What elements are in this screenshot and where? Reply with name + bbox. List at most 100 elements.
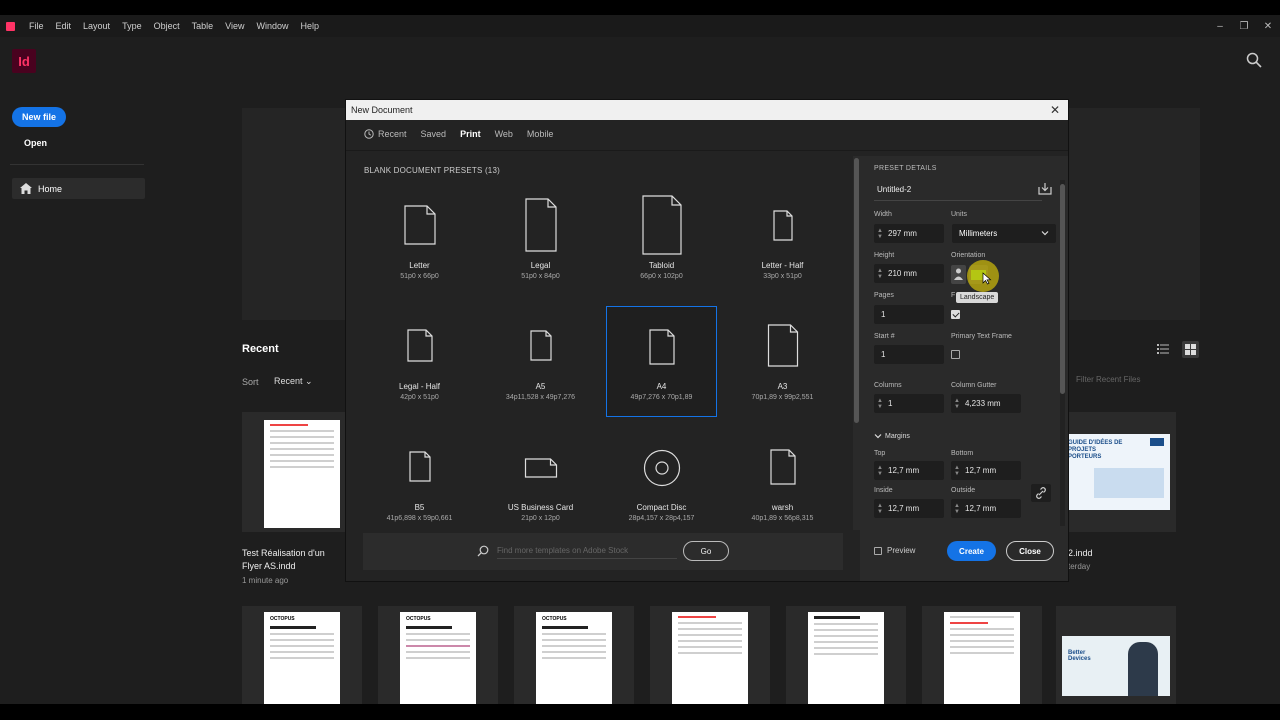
column-gutter-field[interactable]: ▲ ▼ 4,233 mm (951, 394, 1021, 413)
thumbnail-title: OCTOPUS (542, 616, 567, 622)
document-icon (529, 330, 552, 361)
inside-stepper[interactable]: ▲ ▼ (874, 503, 886, 515)
recent-file-card[interactable]: OCTOPUS (378, 606, 498, 704)
menu-object[interactable]: Object (148, 21, 186, 31)
document-name-input[interactable]: Untitled-2 (877, 185, 911, 194)
grid-view-icon[interactable] (1182, 341, 1199, 358)
preset-details-header: PRESET DETAILS (874, 165, 937, 172)
units-dropdown[interactable]: Millimeters (952, 224, 1056, 243)
document-icon (767, 324, 798, 367)
preset-tabloid[interactable]: Tabloid 66p0 x 102p0 (606, 185, 717, 296)
search-icon[interactable] (1246, 52, 1262, 68)
inside-margin-field[interactable]: ▲ ▼ 12,7 mm (874, 499, 944, 518)
facing-pages-checkbox[interactable] (951, 310, 960, 319)
top-margin-field[interactable]: ▲ ▼ 12,7 mm (874, 461, 944, 480)
margins-label: Margins (885, 432, 910, 440)
create-button[interactable]: Create (947, 541, 996, 561)
tab-label: Saved (420, 129, 447, 139)
go-button[interactable]: Go (683, 541, 729, 561)
columns-stepper[interactable]: ▲ ▼ (874, 398, 886, 410)
recent-file-card[interactable]: OCTOPUS (242, 606, 362, 704)
presets-scrollbar[interactable] (853, 156, 860, 530)
preset-a5[interactable]: A5 34p11,528 x 49p7,276 (485, 306, 596, 417)
menu-edit[interactable]: Edit (50, 21, 78, 31)
tab-recent[interactable]: Recent (364, 129, 407, 139)
bottom-stepper[interactable]: ▲ ▼ (951, 465, 963, 477)
recent-file-card[interactable]: Better Devices (1056, 606, 1176, 704)
tab-web[interactable]: Web (495, 129, 513, 139)
menu-bar: File Edit Layout Type Object Table View … (0, 15, 1280, 37)
height-label: Height (874, 252, 895, 259)
scrollbar-thumb[interactable] (854, 158, 859, 423)
recent-file-card[interactable] (786, 606, 906, 704)
preview-toggle[interactable]: Preview (874, 546, 915, 555)
open-button[interactable]: Open (24, 138, 47, 148)
preset-a4[interactable]: A4 49p7,276 x 70p1,89 (606, 306, 717, 417)
menu-layout[interactable]: Layout (77, 21, 116, 31)
list-view-icon[interactable] (1157, 344, 1169, 354)
height-field[interactable]: ▲ ▼ 210 mm (874, 264, 944, 283)
close-button[interactable]: Close (1006, 541, 1054, 561)
width-stepper[interactable]: ▲ ▼ (874, 228, 886, 240)
close-icon[interactable]: ✕ (1048, 103, 1062, 117)
menu-window[interactable]: Window (250, 21, 294, 31)
outside-margin-field[interactable]: ▲ ▼ 12,7 mm (951, 499, 1021, 518)
gutter-stepper[interactable]: ▲ ▼ (951, 398, 963, 410)
top-stepper[interactable]: ▲ ▼ (874, 465, 886, 477)
save-preset-icon[interactable] (1038, 182, 1052, 195)
tab-mobile[interactable]: Mobile (527, 129, 554, 139)
close-window-icon[interactable]: ✕ (1256, 21, 1280, 32)
preset-letter[interactable]: Letter 51p0 x 66p0 (364, 185, 475, 296)
details-scrollbar[interactable] (1060, 180, 1065, 526)
recent-file-card[interactable]: OCTOPUS (514, 606, 634, 704)
preset-letter-half[interactable]: Letter - Half 33p0 x 51p0 (727, 185, 838, 296)
preset-legal-half[interactable]: Legal - Half 42p0 x 51p0 (364, 306, 475, 417)
preview-checkbox[interactable] (874, 546, 882, 555)
new-file-button[interactable]: New file (12, 107, 66, 127)
width-field[interactable]: ▲ ▼ 297 mm (874, 224, 944, 243)
outside-stepper[interactable]: ▲ ▼ (951, 503, 963, 515)
filter-recent-input[interactable]: Filter Recent Files (1068, 372, 1200, 388)
pages-field[interactable]: 1 (874, 305, 944, 324)
menu-file[interactable]: File (23, 21, 50, 31)
tab-print[interactable]: Print (460, 129, 481, 139)
scrollbar-thumb[interactable] (1060, 184, 1065, 394)
sidebar-divider (10, 164, 144, 165)
menu-table[interactable]: Table (186, 21, 220, 31)
menu-view[interactable]: View (219, 21, 250, 31)
bottom-margin-field[interactable]: ▲ ▼ 12,7 mm (951, 461, 1021, 480)
minimize-icon[interactable]: – (1208, 21, 1232, 32)
menu-help[interactable]: Help (294, 21, 325, 31)
recent-file-card[interactable] (650, 606, 770, 704)
preset-legal[interactable]: Legal 51p0 x 84p0 (485, 185, 596, 296)
search-underline (497, 558, 677, 559)
preset-us-business-card[interactable]: US Business Card 21p0 x 12p0 (485, 427, 596, 538)
preset-name: A3 (777, 382, 788, 391)
preset-name: Letter - Half (761, 261, 804, 270)
start-page-field[interactable]: 1 (874, 345, 944, 364)
sidebar-item-home[interactable]: Home (12, 178, 145, 199)
restore-icon[interactable]: ❐ (1232, 21, 1256, 32)
recent-file-name[interactable]: 2.indd (1068, 547, 1093, 560)
recent-file-card[interactable] (242, 412, 362, 532)
menu-type[interactable]: Type (116, 21, 148, 31)
preset-warsh[interactable]: warsh 40p1,89 x 56p8,315 (727, 427, 838, 538)
indesign-logo: Id (12, 49, 36, 73)
recent-file-name[interactable]: Test Réalisation d'un Flyer AS.indd (242, 547, 347, 573)
sort-dropdown[interactable]: Recent ⌄ (274, 376, 313, 387)
margins-section-toggle[interactable]: Margins (874, 432, 910, 440)
recent-file-card[interactable]: GUIDE D'IDÉES DE PROJETS PORTEURS (1056, 412, 1176, 532)
height-stepper[interactable]: ▲ ▼ (874, 268, 886, 280)
primary-text-frame-checkbox[interactable] (951, 350, 960, 359)
stock-search-input[interactable]: Find more templates on Adobe Stock (497, 546, 628, 555)
thumbnail-title: OCTOPUS (406, 616, 431, 622)
preset-b5[interactable]: B5 41p6,898 x 59p0,661 (364, 427, 475, 538)
tab-saved[interactable]: Saved (421, 129, 447, 139)
preset-compact-disc[interactable]: Compact Disc 28p4,157 x 28p4,157 (606, 427, 717, 538)
portrait-orientation-button[interactable] (951, 265, 966, 284)
preset-a3[interactable]: A3 70p1,89 x 99p2,551 (727, 306, 838, 417)
recent-file-card[interactable] (922, 606, 1042, 704)
width-value: 297 mm (888, 229, 917, 238)
columns-field[interactable]: ▲ ▼ 1 (874, 394, 944, 413)
link-margins-icon[interactable] (1031, 484, 1051, 502)
